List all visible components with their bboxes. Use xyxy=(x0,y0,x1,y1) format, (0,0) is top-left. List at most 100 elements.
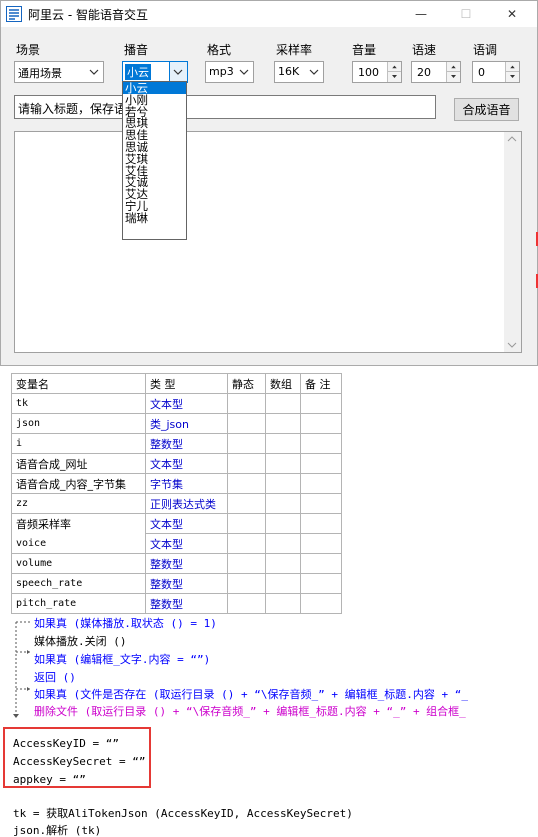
static-cell[interactable] xyxy=(227,553,266,574)
variable-type-cell[interactable]: 文本型 xyxy=(145,453,228,474)
variable-name-cell[interactable]: i xyxy=(11,433,146,454)
variable-name-cell[interactable]: json xyxy=(11,413,146,434)
note-cell[interactable] xyxy=(300,473,342,494)
speaker-option[interactable]: 思琪 xyxy=(123,117,186,129)
scene-select[interactable]: 通用场景 xyxy=(14,61,104,83)
spin-up-icon[interactable] xyxy=(388,62,401,72)
note-cell[interactable] xyxy=(300,433,342,454)
array-cell[interactable] xyxy=(265,413,301,434)
static-cell[interactable] xyxy=(227,573,266,594)
speaker-option[interactable]: 艾达 xyxy=(123,188,186,200)
variable-name-cell[interactable]: 音频采样率 xyxy=(11,513,146,534)
scroll-down-icon[interactable] xyxy=(507,341,517,349)
variable-type-cell[interactable]: 正则表达式类 xyxy=(145,493,228,514)
title-bar: 阿里云 - 智能语音交互 — ☐ ✕ xyxy=(1,1,537,27)
spin-down-icon[interactable] xyxy=(388,72,401,82)
variable-name-cell[interactable]: 语音合成_网址 xyxy=(11,453,146,474)
variable-name-cell[interactable]: tk xyxy=(11,393,146,414)
note-cell[interactable] xyxy=(300,573,342,594)
title-input[interactable]: 请输入标题，保存语 xyxy=(14,95,436,119)
maximize-button[interactable]: ☐ xyxy=(444,1,488,27)
spin-down-icon[interactable] xyxy=(447,72,460,82)
code-line-media-close: 媒体播放.关闭 () xyxy=(34,635,127,648)
array-cell[interactable] xyxy=(265,393,301,414)
speaker-option[interactable]: 思佳 xyxy=(123,129,186,141)
note-cell[interactable] xyxy=(300,593,342,614)
format-select[interactable]: mp3 xyxy=(205,61,254,83)
speed-spinner[interactable]: 20 xyxy=(411,61,461,83)
array-cell[interactable] xyxy=(265,533,301,554)
app-icon xyxy=(6,6,22,22)
variable-type-cell[interactable]: 类_json xyxy=(145,413,228,434)
spin-up-icon[interactable] xyxy=(447,62,460,72)
variable-name-cell[interactable]: volume xyxy=(11,553,146,574)
variable-type-cell[interactable]: 文本型 xyxy=(145,533,228,554)
speaker-option[interactable]: 艾琪 xyxy=(123,153,186,165)
variable-type-cell[interactable]: 文本型 xyxy=(145,393,228,414)
static-cell[interactable] xyxy=(227,473,266,494)
array-cell[interactable] xyxy=(265,473,301,494)
note-cell[interactable] xyxy=(300,533,342,554)
note-cell[interactable] xyxy=(300,553,342,574)
variable-type-cell[interactable]: 整数型 xyxy=(145,593,228,614)
variable-name-cell[interactable]: zz xyxy=(11,493,146,514)
table-row: voice 文本型 xyxy=(11,533,342,554)
variable-type-cell[interactable]: 整数型 xyxy=(145,573,228,594)
array-cell[interactable] xyxy=(265,453,301,474)
pitch-value: 0 xyxy=(478,66,485,79)
column-header: 静态 xyxy=(227,373,266,394)
scroll-up-icon[interactable] xyxy=(507,135,517,143)
array-cell[interactable] xyxy=(265,433,301,454)
variable-name-cell[interactable]: voice xyxy=(11,533,146,554)
note-cell[interactable] xyxy=(300,453,342,474)
speaker-value: 小云 xyxy=(125,64,151,80)
variable-type-cell[interactable]: 字节集 xyxy=(145,473,228,494)
array-cell[interactable] xyxy=(265,573,301,594)
speaker-label: 播音 xyxy=(124,43,149,57)
note-cell[interactable] xyxy=(300,493,342,514)
synthesize-button[interactable]: 合成语音 xyxy=(454,98,519,121)
speaker-option[interactable]: 艾诚 xyxy=(123,176,186,188)
static-cell[interactable] xyxy=(227,413,266,434)
vertical-scrollbar[interactable] xyxy=(504,132,521,352)
note-cell[interactable] xyxy=(300,413,342,434)
static-cell[interactable] xyxy=(227,593,266,614)
speaker-option[interactable]: 若兮 xyxy=(123,106,186,118)
speaker-option[interactable]: 瑞琳 xyxy=(123,212,186,224)
spin-up-icon[interactable] xyxy=(506,62,519,72)
array-cell[interactable] xyxy=(265,513,301,534)
sample-rate-select[interactable]: 16K xyxy=(274,61,324,83)
array-cell[interactable] xyxy=(265,593,301,614)
note-cell[interactable] xyxy=(300,513,342,534)
speaker-option[interactable]: 思诚 xyxy=(123,141,186,153)
static-cell[interactable] xyxy=(227,393,266,414)
static-cell[interactable] xyxy=(227,453,266,474)
volume-spinner[interactable]: 100 xyxy=(352,61,402,83)
content-textarea[interactable] xyxy=(14,131,522,353)
variable-type-cell[interactable]: 文本型 xyxy=(145,513,228,534)
variable-type-cell[interactable]: 整数型 xyxy=(145,433,228,454)
static-cell[interactable] xyxy=(227,493,266,514)
pitch-spinner[interactable]: 0 xyxy=(472,61,520,83)
spin-down-icon[interactable] xyxy=(506,72,519,82)
table-row: tk 文本型 xyxy=(11,393,342,414)
speaker-option[interactable]: 艾佳 xyxy=(123,165,186,177)
variable-type-cell[interactable]: 整数型 xyxy=(145,553,228,574)
speaker-option[interactable]: 小刚 xyxy=(123,94,186,106)
variable-table-body: tk 文本型 json 类_json i 整数型 语音合成_网址 文本型 语音合成_内容_字节集… xyxy=(11,393,342,614)
array-cell[interactable] xyxy=(265,493,301,514)
speaker-dropdown-button[interactable] xyxy=(169,62,187,82)
close-button[interactable]: ✕ xyxy=(490,1,534,27)
array-cell[interactable] xyxy=(265,553,301,574)
variable-name-cell[interactable]: pitch_rate xyxy=(11,593,146,614)
variable-name-cell[interactable]: speech_rate xyxy=(11,573,146,594)
static-cell[interactable] xyxy=(227,533,266,554)
speaker-select[interactable]: 小云 xyxy=(122,61,188,83)
note-cell[interactable] xyxy=(300,393,342,414)
variable-name-cell[interactable]: 语音合成_内容_字节集 xyxy=(11,473,146,494)
speaker-option[interactable]: 小云 xyxy=(123,82,186,94)
static-cell[interactable] xyxy=(227,513,266,534)
speaker-option[interactable]: 宁儿 xyxy=(123,200,186,212)
static-cell[interactable] xyxy=(227,433,266,454)
minimize-button[interactable]: — xyxy=(399,1,443,27)
